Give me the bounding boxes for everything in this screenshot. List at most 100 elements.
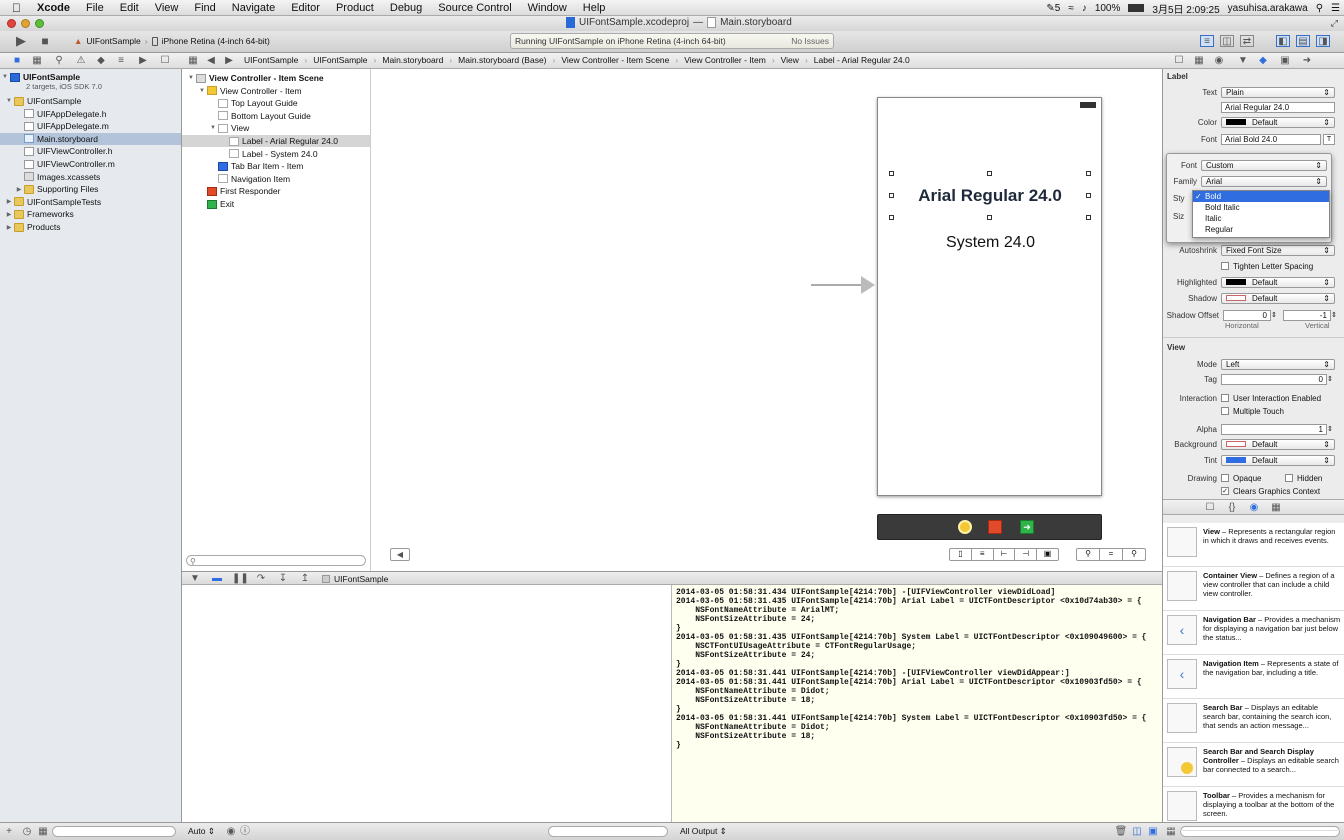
step-out-icon[interactable]: ↥ [298,573,312,585]
menu-file[interactable]: File [78,2,112,14]
log-navigator-icon[interactable]: ☐ [158,55,172,67]
library-item[interactable]: View – Represents a rectangular region i… [1163,523,1344,567]
outline-item[interactable]: Tab Bar Item - Item [182,160,370,172]
trash-icon[interactable]: 🗑 [1114,826,1128,838]
menu-help[interactable]: Help [575,2,614,14]
hide-debug-area-icon[interactable]: ▼ [188,573,202,585]
resize-handle[interactable] [889,215,894,220]
outline-item[interactable]: Top Layout Guide [182,97,370,109]
canvas-toggle-outline-icon[interactable]: ◀ [390,548,410,561]
alpha-field[interactable]: 1 [1221,423,1327,435]
tint-popup[interactable]: Default ⇕ [1221,454,1335,466]
style-option[interactable]: ✓ Bold [1193,191,1329,202]
recent-files-icon[interactable]: ◷ [20,826,34,838]
version-editor-icon[interactable]: ⇄ [1240,35,1254,47]
minimize-window-button[interactable] [21,19,30,28]
add-file-icon[interactable]: + [2,826,16,838]
menu-debug[interactable]: Debug [382,2,430,14]
menu-view[interactable]: View [147,2,187,14]
background-popup[interactable]: Default ⇕ [1221,438,1335,450]
style-option[interactable]: Italic [1193,213,1329,224]
variables-view[interactable] [182,585,672,822]
disclosure-closed-icon[interactable]: ▶ [4,211,14,218]
mode-popup[interactable]: Left ⇕ [1221,358,1335,370]
library-item[interactable]: ‹ Navigation Item – Represents a state of… [1163,655,1344,699]
disclosure-closed-icon[interactable]: ▶ [4,224,14,231]
outline-item[interactable]: Exit [182,198,370,210]
library-item[interactable]: Search Bar and Search Display Controller… [1163,743,1344,787]
code-snippet-icon[interactable]: {} [1225,502,1239,514]
navigator-item[interactable]: ▶ Supporting Files [0,183,181,195]
stepper-icon[interactable]: ⇕ [1331,311,1339,319]
popover-family-popup[interactable]: Arial ⇕ [1201,175,1327,187]
exit-icon[interactable]: ➜ [1020,520,1034,534]
project-navigator-icon[interactable]: ■ [10,55,24,67]
quick-help-tab-icon[interactable]: ▦ [1192,55,1206,67]
notification-icon[interactable]: ☰ [1331,3,1340,14]
resize-handle[interactable] [987,171,992,176]
navigator-item[interactable]: Main.storyboard [0,132,181,145]
size-inspector-tab-icon[interactable]: ◆ [1256,55,1270,67]
shadow-vertical-field[interactable]: -1 [1283,309,1331,321]
breadcrumb-item[interactable]: View Controller - Item [684,55,766,65]
step-into-icon[interactable]: ↧ [276,573,290,585]
find-navigator-icon[interactable]: ⚲ [52,55,66,67]
system-label[interactable]: System 24.0 [878,234,1103,252]
source-control-icon[interactable]: ▦ [36,826,50,838]
destination-name[interactable]: iPhone Retina (4-inch 64-bit) [162,36,270,46]
outline-item[interactable]: Label - Arial Regular 24.0 [182,135,370,147]
navigator-item[interactable]: Images.xcassets [0,171,181,183]
ruler-tab-icon[interactable]: ▣ [1278,55,1292,67]
first-responder-icon[interactable] [988,520,1002,534]
menu-source-control[interactable]: Source Control [430,2,519,14]
navigator-item[interactable]: ▶ UIFontSampleTests [0,196,181,208]
console-output[interactable]: 2014-03-05 01:58:31.434 UIFontSample[421… [672,585,1162,822]
navigator-toggle-icon[interactable]: ◧ [1276,35,1290,47]
test-navigator-icon[interactable]: ◆ [94,55,108,67]
library-item[interactable]: Toolbar – Provides a mechanism for displ… [1163,787,1344,831]
console-only-icon[interactable]: ▣ [1146,826,1160,838]
navigator-item[interactable]: ▶ Frameworks [0,208,181,220]
outline-item[interactable]: ▼ View Controller - Item Scene [182,72,370,84]
outline-item[interactable]: First Responder [182,185,370,197]
attributes-inspector-tab-icon[interactable]: ▼ [1236,55,1250,67]
navigator-filter-field[interactable] [52,826,176,837]
zoom-out-icon[interactable]: ⚲ [1077,549,1100,560]
breadcrumb-item[interactable]: View Controller - Item Scene [561,55,669,65]
menu-xcode[interactable]: Xcode [29,2,78,14]
autoshrink-popup[interactable]: Fixed Font Size ⇕ [1221,244,1335,256]
zoom-actual-icon[interactable]: = [1100,549,1123,560]
related-items-icon[interactable]: ▦ [186,55,200,67]
navigator-item[interactable]: UIFAppDelegate.h [0,108,181,120]
multiple-touch-checkbox[interactable] [1221,407,1229,415]
outline-item[interactable]: ▼ View [182,122,370,134]
opaque-checkbox[interactable] [1221,474,1229,482]
media-library-icon[interactable]: ▦ [1269,502,1283,514]
shadow-horizontal-field[interactable]: 0 [1223,309,1271,321]
issue-navigator-icon[interactable]: ⚠ [74,55,88,67]
disclosure-closed-icon[interactable]: ▶ [14,186,24,193]
issues-text[interactable]: No Issues [791,36,829,46]
menu-window[interactable]: Window [520,2,575,14]
stepper-icon[interactable]: ⇕ [1327,375,1335,383]
tag-field[interactable]: 0 [1221,373,1327,385]
color-popup[interactable]: Default ⇕ [1221,116,1335,128]
resize-handle[interactable] [1086,215,1091,220]
stop-button[interactable]: ■ [38,35,52,47]
menu-find[interactable]: Find [186,2,223,14]
breadcrumb-item[interactable]: UIFontSample [313,55,367,65]
connections-inspector-tab-icon[interactable]: ➜ [1300,55,1314,67]
breadcrumb-item[interactable]: Label - Arial Regular 24.0 [814,55,910,65]
navigator-item[interactable]: ▶ Products [0,221,181,233]
text-content-field[interactable]: Arial Regular 24.0 [1221,101,1335,113]
zoom-in-icon[interactable]: ⚲ [1123,549,1145,560]
symbol-navigator-icon[interactable]: ▦ [30,55,44,67]
step-over-icon[interactable]: ↷ [254,573,268,585]
breadcrumb-item[interactable]: View [781,55,799,65]
highlighted-popup[interactable]: Default ⇕ [1221,276,1335,288]
resize-icon[interactable]: ▣ [1037,549,1058,560]
disclosure-open-icon[interactable]: ▼ [0,74,10,80]
wifi-icon[interactable]: ≈ [1068,3,1074,14]
outline-item[interactable]: Bottom Layout Guide [182,110,370,122]
navigator-item[interactable]: ▼ UIFontSample [0,95,181,107]
